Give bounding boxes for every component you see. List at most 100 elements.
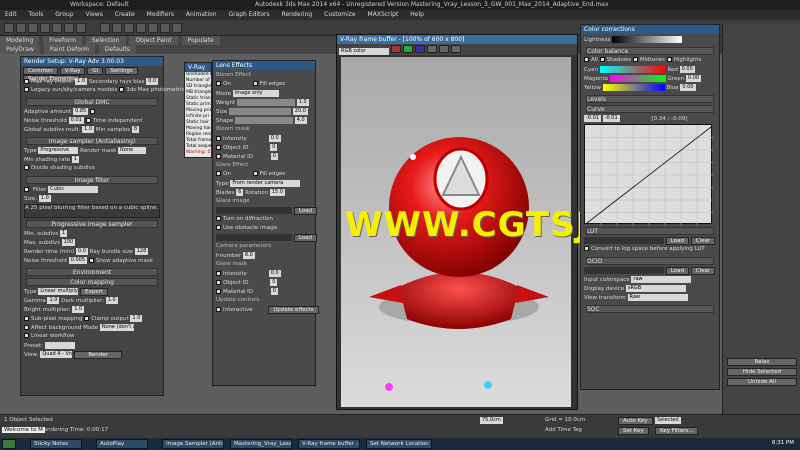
view-transform-select[interactable]: Raw (627, 294, 688, 301)
key-filters-button[interactable]: Key Filters... (655, 427, 699, 435)
update-effects-button[interactable]: Update effects (268, 306, 319, 314)
glare-fill-checkbox[interactable] (252, 171, 258, 176)
max-ray-field[interactable]: 1.0 (75, 78, 88, 85)
glare-on-checkbox[interactable] (216, 171, 221, 176)
filter-select[interactable]: Cubic (48, 186, 99, 193)
color-balance-header[interactable]: Color balance (586, 47, 714, 55)
image-filter-header[interactable]: Image filter (26, 176, 158, 184)
ray-bundle-field[interactable]: 128 (134, 248, 149, 255)
ribbon-tab-selection[interactable]: Selection (85, 36, 126, 45)
curve-header[interactable]: Curve (586, 105, 714, 113)
red-channel-icon[interactable] (390, 45, 401, 53)
bloom-weight-slider[interactable] (236, 99, 295, 106)
coord-x-field[interactable]: 75.0cm (480, 417, 503, 424)
menu-animation[interactable]: Animation (181, 10, 222, 19)
snap-icon[interactable] (100, 23, 110, 33)
move-icon[interactable] (52, 23, 62, 33)
soc-header[interactable]: SOC (586, 305, 714, 313)
yellow-blue-field[interactable]: 0.00 (680, 84, 696, 91)
affect-bg-checkbox[interactable] (24, 325, 29, 330)
taskbar-autoplay[interactable]: AutoPlay (96, 439, 148, 449)
all-radio[interactable] (584, 57, 589, 62)
bloom-size-slider[interactable] (229, 108, 292, 115)
curve-graph[interactable] (584, 124, 713, 225)
interactive-checkbox[interactable] (216, 307, 221, 312)
magenta-green-field[interactable]: 0.00 (685, 75, 702, 82)
progressive-header[interactable]: Progressive image sampler (26, 220, 158, 228)
menu-maxscript[interactable]: MAXScript (363, 10, 404, 19)
min-samples-field[interactable]: 8 (131, 126, 140, 133)
glare-matid-checkbox[interactable] (216, 289, 221, 294)
menu-group[interactable]: Group (50, 10, 78, 19)
ribbon-tab-object-paint[interactable]: Object Paint (129, 36, 178, 45)
menu-help[interactable]: Help (405, 10, 429, 19)
mirror-icon[interactable] (124, 23, 134, 33)
levels-header[interactable]: Levels (586, 95, 714, 103)
menu-create[interactable]: Create (110, 10, 140, 19)
max-subdivs-field[interactable]: 100 (61, 239, 76, 246)
bloom-objid-checkbox[interactable] (216, 145, 221, 150)
start-button[interactable] (2, 439, 16, 449)
workspace-selector[interactable]: Workspace: Default (70, 1, 129, 8)
taskbar-network-location[interactable]: Set Network Location (366, 439, 432, 449)
cyan-red-field[interactable]: 0.00 (679, 66, 695, 73)
min-subdivs-field[interactable]: 1 (60, 230, 68, 237)
time-independent-checkbox[interactable] (85, 118, 91, 123)
bloom-on-checkbox[interactable] (216, 81, 221, 86)
unhide-all-button[interactable]: Unhide All (727, 378, 797, 386)
save-image-icon[interactable] (426, 45, 437, 53)
ribbon-polydraw[interactable]: PolyDraw (0, 45, 40, 54)
lightness-slider[interactable] (612, 36, 683, 43)
yellow-blue-slider[interactable] (602, 84, 665, 91)
menu-edit[interactable]: Edit (0, 10, 22, 19)
sampler-type-select[interactable]: Progressive (38, 147, 79, 154)
gamma-field[interactable]: 1.0 (47, 297, 60, 304)
max-ray-checkbox[interactable] (24, 79, 29, 84)
channel-select[interactable]: RGB color (339, 48, 389, 55)
angle-snap-icon[interactable] (112, 23, 122, 33)
mode-select[interactable]: None (don't apply an (99, 324, 134, 331)
ocio-file-field[interactable] (584, 267, 664, 274)
input-colorspace-select[interactable]: raw (631, 276, 692, 283)
bloom-shape-field[interactable]: 4.0 (294, 117, 307, 124)
glare-matid-field[interactable]: 0 (270, 288, 278, 295)
show-adaptive-checkbox[interactable] (88, 258, 94, 263)
menu-rendering[interactable]: Rendering (277, 10, 318, 19)
noise-threshold-field[interactable]: 0.01 (68, 117, 84, 124)
set-key-button[interactable]: Set Key (618, 427, 649, 435)
highlights-radio[interactable] (666, 57, 672, 62)
clamp-field[interactable]: 1.0 (130, 315, 143, 322)
lut-file-field[interactable] (584, 237, 664, 244)
prog-noise-field[interactable]: 0.005 (68, 257, 87, 264)
image-sampler-header[interactable]: Image sampler (Antialiasing) (26, 137, 158, 145)
bloom-weight-field[interactable]: 1.0 (296, 99, 309, 106)
auto-key-button[interactable]: Auto Key (618, 417, 653, 425)
render-time-field[interactable]: 0.0 (75, 248, 88, 255)
clamp-output-checkbox[interactable] (84, 316, 90, 321)
key-mode-select[interactable]: Selected (655, 417, 681, 424)
menu-customize[interactable]: Customize (319, 10, 361, 19)
expert-button[interactable]: Expert (80, 288, 109, 296)
scale-icon[interactable] (76, 23, 86, 33)
tab-settings[interactable]: Settings (105, 67, 138, 75)
align-icon[interactable] (136, 23, 146, 33)
material-editor-icon[interactable] (148, 23, 158, 33)
preset-select[interactable] (44, 342, 75, 349)
taskbar-sticky-notes[interactable]: Sticky Notes (30, 439, 82, 449)
lut-header[interactable]: LUT (586, 227, 714, 235)
magenta-green-slider[interactable] (609, 75, 666, 82)
ribbon-defaults[interactable]: Defaults (98, 45, 136, 54)
rotate-icon[interactable] (64, 23, 74, 33)
clear-image-icon[interactable] (438, 45, 449, 53)
tab-vray[interactable]: V-Ray (59, 67, 86, 75)
render-mask-select[interactable]: None (118, 147, 146, 154)
glare-intensity-checkbox[interactable] (216, 271, 221, 276)
ocio-clear-button[interactable]: Clear (690, 267, 716, 275)
legacy-sun-checkbox[interactable] (24, 87, 29, 92)
cyan-red-slider[interactable] (599, 66, 666, 73)
undo-icon[interactable] (4, 23, 14, 33)
ocio-header[interactable]: OCIO (586, 257, 714, 265)
bloom-matid-field[interactable]: 0 (270, 153, 278, 160)
tab-common[interactable]: Common (23, 67, 58, 75)
global-dmc-header[interactable]: Global DMC (26, 98, 158, 106)
